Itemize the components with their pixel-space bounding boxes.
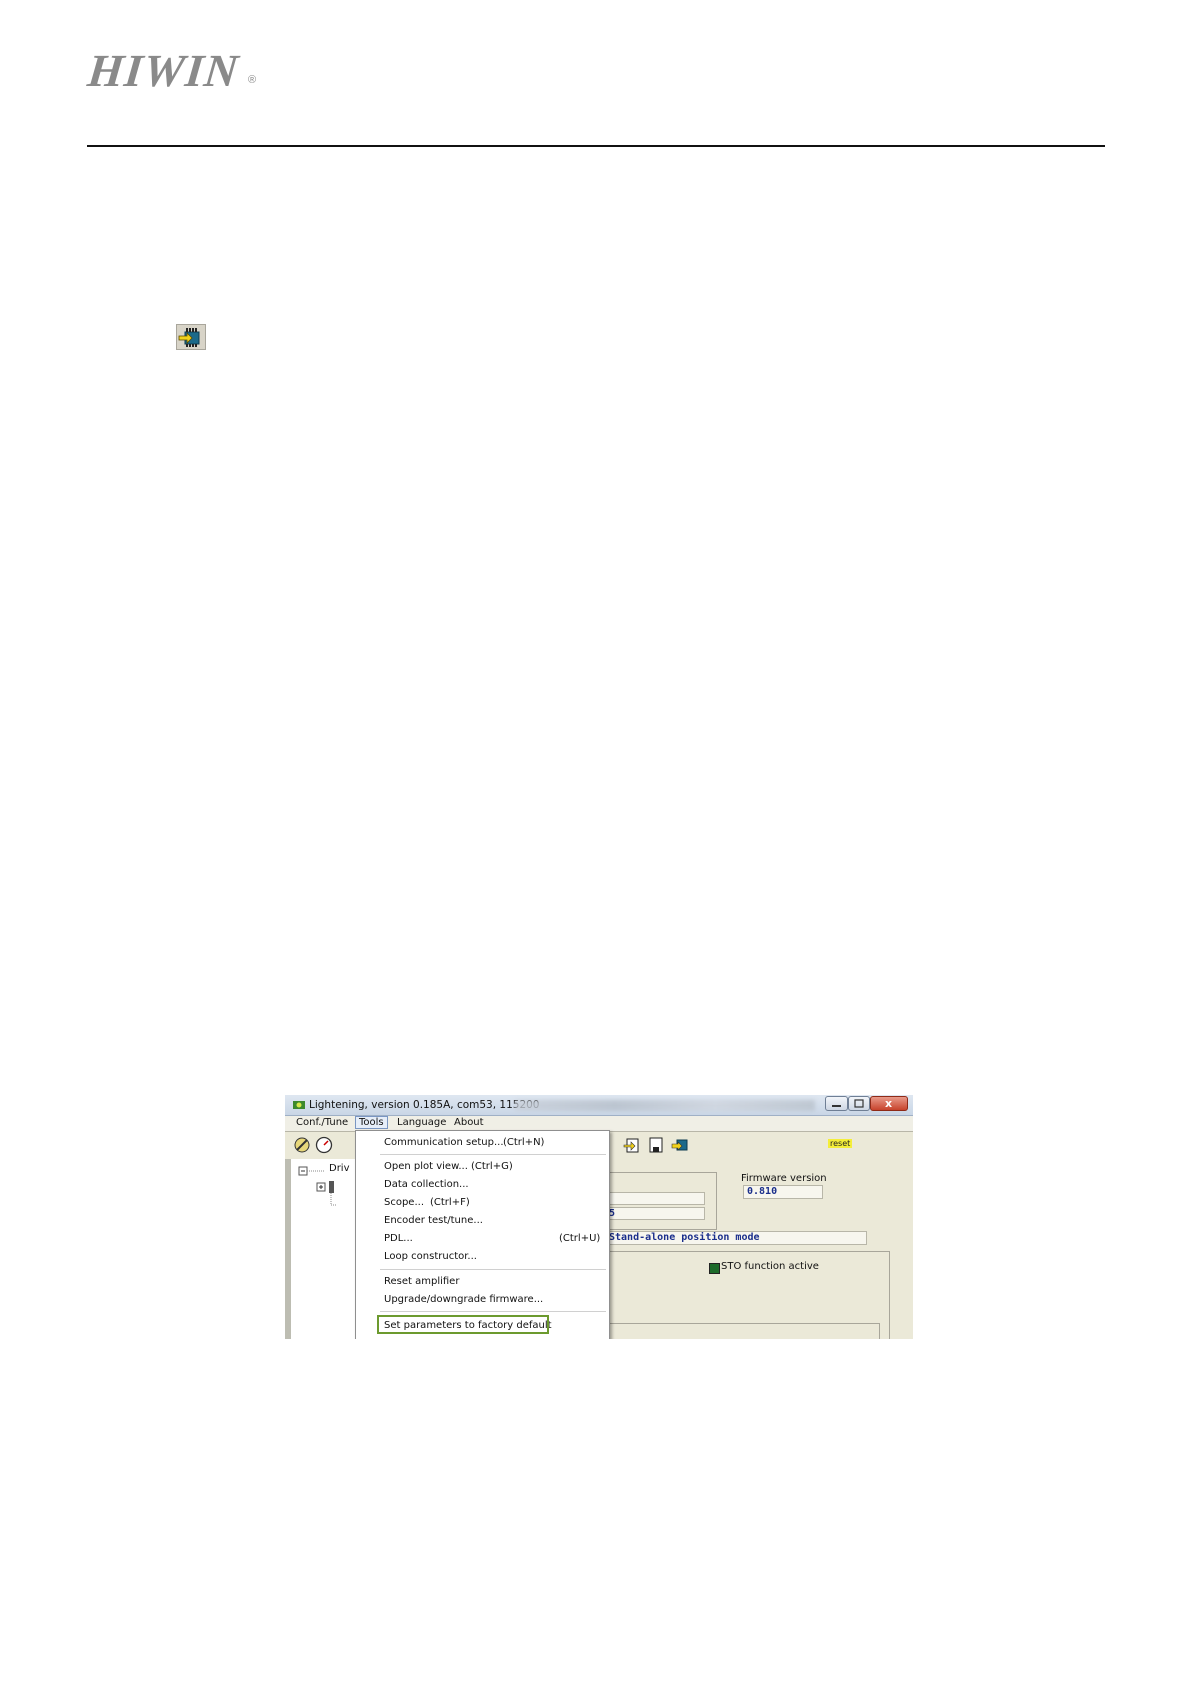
operation-mode-field: Stand-alone position mode <box>605 1231 867 1245</box>
left-scroll-strip <box>285 1159 291 1339</box>
app-icon <box>293 1101 305 1109</box>
gauge-icon[interactable] <box>315 1136 333 1154</box>
menu-item-open-plot-view[interactable]: Open plot view... <box>384 1161 468 1172</box>
hiwin-logo: HIWIN <box>85 45 242 96</box>
download-to-drive-icon <box>176 324 206 350</box>
drive-info-field-2: 5 <box>605 1207 705 1220</box>
maximize-button[interactable] <box>848 1096 870 1111</box>
window-title: Lightening, version 0.185A, com53, 11520… <box>309 1099 540 1111</box>
factory-default-highlight-box <box>377 1315 549 1334</box>
tree-drive-label[interactable]: Driv <box>329 1163 350 1174</box>
menu-item-communication-setup[interactable]: Communication setup... <box>384 1137 504 1148</box>
lightening-app-screenshot: Lightening, version 0.185A, com53, 11520… <box>285 1095 913 1339</box>
sto-function-label: STO function active <box>721 1261 819 1272</box>
menu-item-upgrade-firmware[interactable]: Upgrade/downgrade firmware... <box>384 1294 543 1305</box>
close-button[interactable]: x <box>870 1096 908 1111</box>
menu-item-scope[interactable]: Scope... <box>384 1197 424 1208</box>
blurred-title-area <box>515 1100 815 1111</box>
menu-tools[interactable]: Tools <box>355 1116 388 1129</box>
menu-separator <box>380 1269 606 1270</box>
shortcut-ctrl-u: (Ctrl+U) <box>559 1233 601 1244</box>
tools-dropdown-menu: Communication setup... (Ctrl+N) Open plo… <box>355 1130 610 1339</box>
menu-item-encoder-test[interactable]: Encoder test/tune... <box>384 1215 483 1226</box>
connect-icon[interactable] <box>293 1136 311 1154</box>
menu-item-loop-constructor[interactable]: Loop constructor... <box>384 1251 477 1262</box>
shortcut-ctrl-n: (Ctrl+N) <box>503 1137 545 1148</box>
firmware-version-label: Firmware version <box>741 1173 827 1184</box>
download-icon[interactable] <box>671 1136 689 1154</box>
menu-item-reset-amplifier[interactable]: Reset amplifier <box>384 1276 459 1287</box>
shortcut-ctrl-g: (Ctrl+G) <box>471 1161 513 1172</box>
menu-item-data-collection[interactable]: Data collection... <box>384 1179 469 1190</box>
reset-indicator[interactable]: reset <box>828 1139 853 1148</box>
drive-info-field-1 <box>605 1192 705 1205</box>
save-icon[interactable] <box>647 1136 665 1154</box>
menu-separator <box>380 1311 606 1312</box>
menu-item-pdl[interactable]: PDL... <box>384 1233 413 1244</box>
close-icon: x <box>885 1097 893 1110</box>
window-titlebar: Lightening, version 0.185A, com53, 11520… <box>285 1095 913 1116</box>
menu-about[interactable]: About <box>451 1117 487 1128</box>
header-rule <box>87 145 1105 147</box>
shortcut-ctrl-f: (Ctrl+F) <box>430 1197 470 1208</box>
menu-language[interactable]: Language <box>394 1117 449 1128</box>
upload-icon[interactable] <box>623 1136 641 1154</box>
sto-indicator-icon <box>709 1263 720 1274</box>
menu-separator <box>380 1154 606 1155</box>
registered-mark: ® <box>248 74 257 86</box>
minimize-button[interactable] <box>825 1096 848 1111</box>
menu-conf-tune[interactable]: Conf./Tune <box>293 1117 351 1128</box>
firmware-version-field: 0.810 <box>743 1185 823 1199</box>
